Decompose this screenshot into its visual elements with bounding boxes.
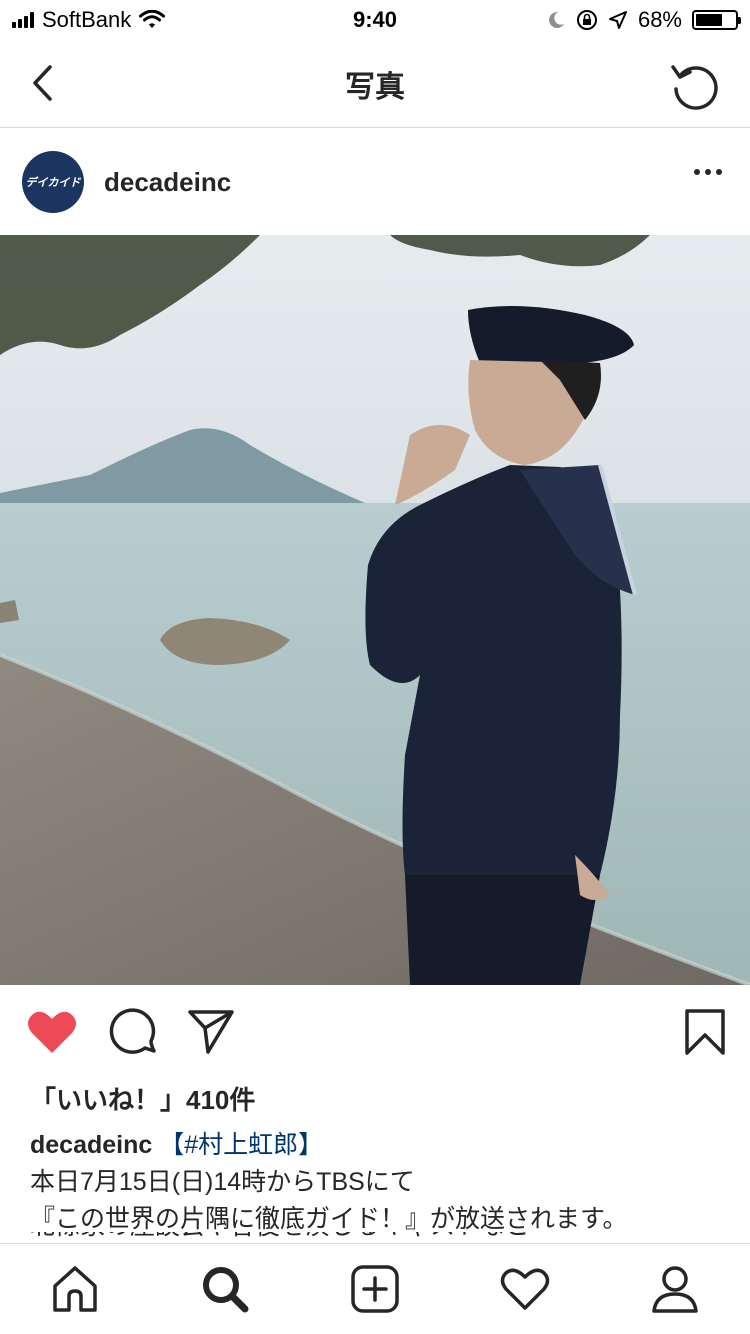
battery-icon <box>692 10 741 30</box>
caption-line-3: 北條家の座談会や各役を演じるキャストなど <box>30 1232 530 1242</box>
wifi-icon <box>139 10 166 28</box>
bottom-tab-bar <box>0 1243 750 1334</box>
refresh-icon <box>671 65 718 110</box>
caption-username[interactable]: decadeinc <box>30 1131 152 1159</box>
tab-add-post[interactable] <box>345 1259 405 1319</box>
post-caption: decadeinc 【#村上虹郎】 本日7月15日(日)14時からTBSにて 『… <box>30 1127 730 1238</box>
activity-heart-icon <box>500 1268 550 1310</box>
avatar-logo-text: デイカイド <box>25 177 81 189</box>
photo-image <box>0 235 750 985</box>
add-post-icon <box>351 1265 399 1313</box>
save-button[interactable] <box>678 1005 732 1059</box>
orientation-lock-icon <box>576 10 597 30</box>
heart-filled-icon <box>28 1011 76 1053</box>
chevron-left-icon <box>33 65 52 101</box>
post-header: デイカイド decadeinc <box>0 129 750 235</box>
caption-line-1: 本日7月15日(日)14時からTBSにて <box>30 1168 415 1196</box>
battery-percent: 68% <box>637 7 682 32</box>
paper-plane-icon <box>188 1010 234 1054</box>
status-left: SoftBank <box>12 7 166 33</box>
location-arrow-icon <box>608 11 627 29</box>
status-bar: SoftBank 9:40 68% <box>0 0 750 40</box>
tab-profile[interactable] <box>645 1259 705 1319</box>
profile-icon <box>652 1266 698 1313</box>
status-right: 68% <box>546 7 741 33</box>
tab-activity[interactable] <box>495 1259 555 1319</box>
more-options-button[interactable] <box>694 169 722 175</box>
tab-home[interactable] <box>45 1259 105 1319</box>
share-button[interactable] <box>184 1005 238 1059</box>
post-photo[interactable] <box>0 235 750 985</box>
moon-icon <box>549 11 564 28</box>
like-button[interactable] <box>25 1005 79 1059</box>
search-icon <box>203 1267 249 1313</box>
bookmark-icon <box>685 1009 725 1055</box>
refresh-button[interactable] <box>668 58 722 112</box>
carrier-label: SoftBank <box>42 7 132 32</box>
comment-icon <box>109 1008 156 1054</box>
caption-hashtag[interactable]: 【#村上虹郎】 <box>159 1131 323 1159</box>
nav-header: 写真 <box>0 40 750 128</box>
post-username[interactable]: decadeinc <box>104 167 231 198</box>
home-icon <box>53 1266 97 1312</box>
avatar[interactable]: デイカイド <box>22 151 84 213</box>
likes-count[interactable]: 「いいね！」410件 <box>30 1080 255 1117</box>
page-title: 写真 <box>345 70 405 104</box>
battery-fill <box>696 14 722 26</box>
comment-button[interactable] <box>105 1005 159 1059</box>
tab-search[interactable] <box>195 1259 255 1319</box>
post-actions <box>0 1005 750 1065</box>
back-button[interactable] <box>22 58 62 108</box>
signal-icon <box>12 12 34 28</box>
